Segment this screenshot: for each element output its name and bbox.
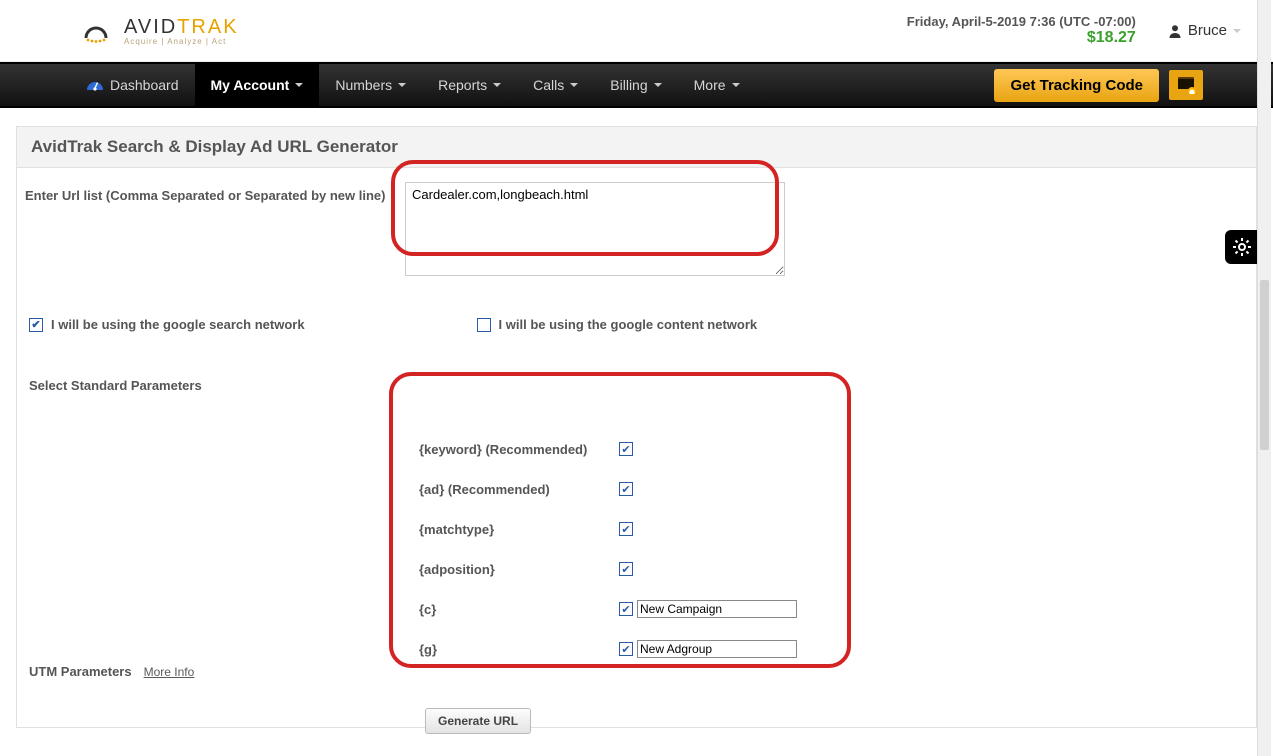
form-panel: Enter Url list (Comma Separated or Separ… (16, 168, 1257, 728)
settings-tab-button[interactable] (1225, 230, 1259, 264)
chevron-down-icon (398, 83, 406, 87)
utm-params-label: UTM Parameters (29, 664, 132, 679)
nav-billing[interactable]: Billing (594, 64, 677, 106)
get-tracking-code-button[interactable]: Get Tracking Code (994, 69, 1159, 102)
home-icon-button[interactable] (1169, 70, 1203, 100)
header-date: Friday, April-5-2019 7:36 (UTC -07:00) (907, 14, 1136, 29)
nav-more[interactable]: More (678, 64, 756, 106)
url-list-input[interactable] (405, 182, 785, 276)
nav-my-account[interactable]: My Account (195, 64, 320, 106)
brand-logo[interactable]: AVIDTRAK Acquire | Analyze | Act (24, 16, 239, 46)
checkbox-icon (477, 318, 491, 332)
param-matchtype-label: {matchtype} (419, 522, 619, 537)
param-g-input[interactable] (637, 640, 797, 658)
page-title: AvidTrak Search & Display Ad URL Generat… (16, 126, 1257, 168)
header-balance: $18.27 (907, 29, 1136, 47)
google-search-checkbox[interactable]: ✔ I will be using the google search netw… (29, 317, 305, 332)
param-keyword-label: {keyword} (Recommended) (419, 442, 619, 457)
chevron-down-icon (1233, 29, 1241, 33)
nav-dashboard[interactable]: Dashboard (70, 64, 195, 106)
header-status: Friday, April-5-2019 7:36 (UTC -07:00) $… (907, 14, 1136, 47)
url-list-label: Enter Url list (Comma Separated or Separ… (25, 182, 405, 203)
page-content: AvidTrak Search & Display Ad URL Generat… (0, 108, 1273, 728)
param-g-checkbox[interactable]: ✔ (619, 642, 633, 656)
main-nav: Dashboard My Account Numbers Reports Cal… (0, 62, 1273, 108)
chevron-down-icon (570, 83, 578, 87)
chevron-down-icon (493, 83, 501, 87)
nav-reports[interactable]: Reports (422, 64, 517, 106)
google-content-checkbox[interactable]: I will be using the google content netwo… (477, 317, 758, 332)
logo-mark-icon (80, 16, 120, 46)
chevron-down-icon (654, 83, 662, 87)
chevron-down-icon (295, 83, 303, 87)
chevron-down-icon (732, 83, 740, 87)
google-content-label: I will be using the google content netwo… (499, 317, 758, 332)
param-g-label: {g} (419, 642, 619, 657)
param-ad-checkbox[interactable]: ✔ (619, 482, 633, 496)
nav-calls[interactable]: Calls (517, 64, 594, 106)
gear-icon (1233, 238, 1251, 256)
params-grid: {keyword} (Recommended) ✔ {ad} (Recommen… (25, 393, 1248, 689)
user-menu[interactable]: Bruce (1160, 18, 1249, 43)
param-ad-label: {ad} (Recommended) (419, 482, 619, 497)
param-c-input[interactable] (637, 600, 797, 618)
user-name: Bruce (1188, 22, 1227, 39)
param-adposition-checkbox[interactable]: ✔ (619, 562, 633, 576)
dashboard-icon (86, 78, 104, 92)
param-keyword-checkbox[interactable]: ✔ (619, 442, 633, 456)
param-c-checkbox[interactable]: ✔ (619, 602, 633, 616)
param-c-label: {c} (419, 602, 619, 617)
page-scrollbar[interactable] (1257, 0, 1271, 756)
param-adposition-label: {adposition} (419, 562, 619, 577)
logo-text: AVIDTRAK Acquire | Analyze | Act (124, 16, 239, 46)
param-matchtype-checkbox[interactable]: ✔ (619, 522, 633, 536)
utm-more-info-link[interactable]: More Info (144, 665, 195, 679)
checkbox-icon: ✔ (29, 318, 43, 332)
nav-numbers[interactable]: Numbers (319, 64, 422, 106)
standard-params-label: Select Standard Parameters (25, 340, 1248, 393)
generate-url-button[interactable]: Generate URL (425, 708, 531, 734)
user-icon (1168, 24, 1182, 38)
google-search-label: I will be using the google search networ… (51, 317, 305, 332)
home-icon (1175, 75, 1197, 95)
scrollbar-thumb[interactable] (1260, 280, 1269, 450)
app-header: AVIDTRAK Acquire | Analyze | Act Friday,… (0, 0, 1273, 62)
